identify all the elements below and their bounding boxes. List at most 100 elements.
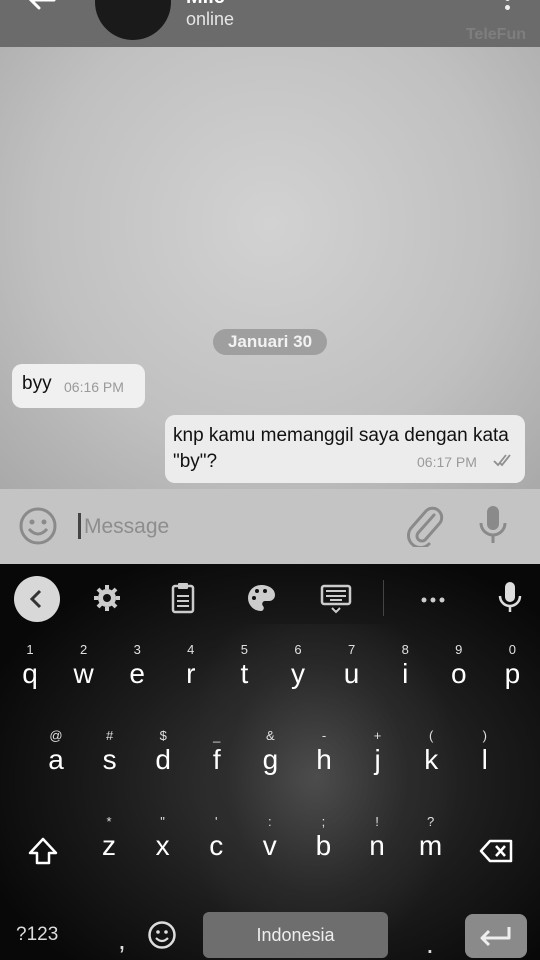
space-bar[interactable]: Indonesia	[203, 912, 388, 958]
key-hint: 3	[133, 642, 141, 657]
key-hint: '	[214, 814, 218, 829]
key-label: c	[209, 830, 224, 861]
toolbar-divider	[383, 580, 384, 616]
key-d[interactable]: $ d	[136, 724, 190, 792]
key-label: u	[343, 658, 360, 689]
key-label: t	[240, 658, 249, 689]
key-label: b	[315, 830, 332, 861]
symbols-key[interactable]: ?123	[16, 924, 58, 946]
more-menu-icon[interactable]	[500, 0, 514, 16]
key-u[interactable]: 7u	[325, 638, 379, 706]
collapse-icon[interactable]	[14, 576, 60, 622]
key-hint: 7	[347, 642, 356, 657]
key-o[interactable]: 9o	[432, 638, 486, 706]
key-label: s	[102, 744, 117, 775]
key-hint: ?	[426, 814, 435, 829]
key-label: v	[262, 830, 277, 861]
voice-input-icon[interactable]	[487, 578, 533, 618]
key-label: q	[22, 658, 38, 689]
key-label: m	[418, 830, 443, 861]
key-h[interactable]: -h	[297, 724, 351, 792]
key-l[interactable]: ) l	[458, 724, 512, 792]
key-hint: #	[105, 728, 114, 743]
key-f[interactable]: _ f	[190, 724, 244, 792]
key-hint: 6	[294, 642, 302, 657]
contact-status: online	[186, 9, 235, 29]
message-bubble-outgoing[interactable]: knp kamu memanggil saya dengan kata "by"…	[165, 415, 525, 483]
key-hint: &	[266, 728, 275, 743]
key-r[interactable]: 4r	[164, 638, 218, 706]
key-label: a	[48, 744, 64, 775]
back-arrow-icon[interactable]	[24, 0, 58, 18]
key-label: r	[186, 658, 196, 689]
key-hint: 8	[401, 642, 409, 657]
emoji-icon[interactable]	[18, 506, 58, 546]
message-input[interactable]	[84, 511, 384, 543]
key-b[interactable]: ; b	[296, 810, 350, 878]
clipboard-icon[interactable]	[160, 578, 206, 618]
palette-icon[interactable]	[238, 578, 284, 618]
message-time: 06:16 PM	[64, 379, 124, 395]
more-icon[interactable]	[410, 578, 456, 618]
date-chip: Januari 30	[213, 329, 327, 355]
key-q[interactable]: 1q	[3, 638, 57, 706]
key-z[interactable]: * z	[82, 810, 136, 878]
key-hint: (	[429, 728, 434, 743]
read-ticks-icon	[493, 454, 511, 467]
keyboard-icon[interactable]	[313, 578, 359, 618]
key-a[interactable]: @ a	[29, 724, 83, 792]
key-w[interactable]: 2w	[57, 638, 111, 706]
key-label: o	[451, 658, 467, 689]
key-hint: @	[49, 728, 63, 743]
shift-icon[interactable]	[26, 836, 60, 866]
key-label: z	[102, 830, 116, 861]
key-label: i	[402, 658, 409, 689]
key-c[interactable]: ' c	[189, 810, 243, 878]
key-i[interactable]: 8i	[378, 638, 432, 706]
key-hint: +	[373, 728, 382, 743]
key-label: f	[212, 744, 221, 775]
period-key[interactable]: .	[426, 928, 434, 960]
key-label: l	[481, 744, 488, 775]
gear-icon[interactable]	[84, 578, 130, 618]
key-s[interactable]: # s	[83, 724, 137, 792]
comma-key[interactable]: ,	[118, 924, 126, 956]
key-m[interactable]: ? m	[404, 810, 458, 878]
text-caret	[78, 513, 81, 539]
chat-area[interactable]: Januari 30 byy 06:16 PM knp kamu memangg…	[0, 47, 540, 489]
key-y[interactable]: 6y	[271, 638, 325, 706]
key-label: p	[504, 658, 521, 689]
key-e[interactable]: 3e	[110, 638, 164, 706]
key-n[interactable]: ! n	[350, 810, 404, 878]
message-input-bar	[0, 489, 540, 564]
app-watermark: TeleFun	[465, 26, 526, 43]
key-g[interactable]: & g	[243, 724, 297, 792]
key-hint: 4	[187, 642, 195, 657]
message-bubble-incoming[interactable]: byy 06:16 PM	[12, 364, 145, 408]
key-p[interactable]: 0p	[485, 638, 539, 706]
chat-header: Mile online TeleFun	[0, 0, 540, 47]
backspace-icon[interactable]	[478, 838, 514, 864]
key-label: y	[291, 658, 305, 689]
enter-icon	[480, 927, 511, 947]
contact-name[interactable]: Mile	[186, 0, 225, 9]
mic-icon[interactable]	[476, 503, 510, 547]
attach-icon[interactable]	[404, 503, 444, 547]
key-k[interactable]: (k	[404, 724, 458, 792]
key-label: k	[424, 744, 439, 775]
key-label: d	[155, 744, 171, 775]
key-hint: -	[321, 728, 327, 743]
key-j[interactable]: + j	[351, 724, 405, 792]
message-time: 06:17 PM	[417, 454, 477, 470]
keyboard-emoji-icon[interactable]	[147, 920, 177, 950]
enter-key[interactable]	[465, 914, 527, 958]
key-label: w	[73, 658, 94, 689]
key-hint: 1	[26, 642, 34, 657]
key-x[interactable]: " x	[136, 810, 190, 878]
key-hint: *	[106, 814, 112, 829]
key-label: g	[262, 744, 279, 775]
key-hint: !	[375, 814, 379, 829]
avatar[interactable]	[95, 0, 171, 40]
key-t[interactable]: 5t	[217, 638, 271, 706]
key-v[interactable]: :v	[243, 810, 297, 878]
